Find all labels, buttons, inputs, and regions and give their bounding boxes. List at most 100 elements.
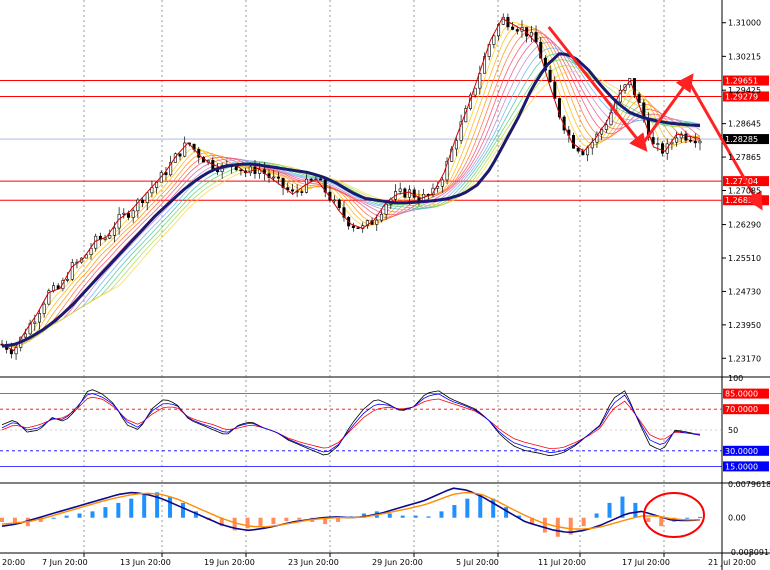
candle-body — [141, 199, 145, 203]
macd-bar — [594, 513, 599, 518]
candle-body — [572, 134, 576, 149]
candle-body — [56, 285, 60, 289]
price-tick-label: 1.23950 — [728, 321, 761, 330]
macd-bar — [439, 511, 444, 518]
price-tick-label: 1.23170 — [728, 354, 761, 363]
macd-bar — [542, 517, 547, 533]
candle-body — [42, 303, 46, 314]
time-tick-label: 13 Jun 20:00 — [120, 558, 171, 567]
osc-level-label: 70.0000 — [725, 405, 758, 414]
price-tick-label: 1.27865 — [728, 153, 761, 162]
candle-body — [178, 153, 182, 157]
osc-tick-label: 100 — [728, 374, 743, 383]
macd-bar — [426, 516, 431, 518]
candle-body — [290, 189, 294, 192]
candle-body — [131, 210, 135, 218]
candle-body — [553, 81, 557, 99]
macd-tick-label: 0.0079618 — [728, 480, 770, 489]
price-tick-label: 1.27085 — [728, 187, 761, 196]
candle-body — [375, 219, 379, 225]
price-level-label: 1.29651 — [725, 77, 758, 86]
macd-bar — [465, 498, 470, 518]
candle-body — [122, 212, 126, 215]
candle-body — [515, 29, 519, 32]
price-tick-label: 1.24730 — [728, 287, 761, 296]
candle-body — [66, 278, 70, 281]
macd-bar — [633, 502, 638, 518]
candle-body — [675, 137, 679, 143]
candle-body — [693, 140, 697, 144]
macd-bar — [129, 498, 134, 518]
candle-body — [412, 189, 416, 198]
candle-body — [23, 333, 27, 338]
osc-level-label: 85.0000 — [725, 390, 758, 399]
candle-body — [529, 32, 533, 37]
macd-bar — [51, 517, 56, 519]
time-tick-label: 23 Jun 20:00 — [288, 558, 339, 567]
price-tick-label: 1.30215 — [728, 52, 761, 61]
candle-body — [604, 124, 608, 130]
macd-bar — [478, 494, 483, 518]
macd-bar — [607, 502, 612, 518]
macd-bar — [271, 517, 276, 525]
macd-bar — [698, 516, 702, 518]
candle-body — [37, 313, 41, 323]
candle-body — [145, 192, 149, 203]
forex-chart: 1.296511.292791.282851.273041.26858 85.0… — [0, 0, 770, 570]
time-tick-label: 5 Jul 20:00 — [456, 558, 499, 567]
time-tick-label: 17 Jul 20:00 — [622, 558, 670, 567]
macd-bar — [77, 513, 82, 518]
macd-bar — [284, 517, 289, 522]
candle-body — [108, 235, 112, 239]
candle-body — [70, 262, 74, 280]
candle-body — [337, 199, 341, 208]
time-tick-label: 11 Jul 20:00 — [538, 558, 586, 567]
osc-level-label: 15.0000 — [725, 462, 758, 471]
macd-bar — [646, 517, 651, 522]
price-tick-label: 1.28645 — [728, 120, 761, 129]
macd-bar — [0, 517, 4, 522]
macd-bar — [90, 511, 95, 518]
candle-body — [656, 143, 660, 145]
price-tick-label: 1.26290 — [728, 221, 761, 230]
price-tick-label: 1.31000 — [728, 19, 761, 28]
candle-body — [440, 179, 444, 187]
macd-bar — [387, 513, 392, 518]
candle-body — [661, 143, 665, 154]
candle-body — [356, 227, 360, 229]
candle-body — [351, 225, 355, 228]
candle-body — [454, 140, 458, 150]
price-level-label: 1.28285 — [725, 135, 758, 144]
candle-body — [234, 166, 238, 171]
candle-body — [112, 227, 116, 236]
macd-bar — [452, 505, 457, 518]
macd-bar — [116, 502, 121, 518]
macd-bar — [64, 515, 69, 518]
candle-body — [698, 140, 702, 144]
macd-tick-label: 0.00 — [728, 514, 746, 523]
osc-tick-label: 50 — [728, 426, 738, 435]
candle-body — [408, 189, 412, 198]
candle-body — [300, 191, 304, 193]
candle-body — [379, 214, 383, 221]
macd-bar — [103, 507, 108, 518]
macd-bar — [413, 515, 418, 518]
time-tick-label: 19 Jun 20:00 — [204, 558, 255, 567]
macd-bar — [142, 494, 147, 518]
macd-bar — [659, 517, 664, 527]
candle-body — [492, 35, 496, 45]
candle-body — [689, 139, 693, 142]
candle-body — [398, 188, 402, 192]
candle-body — [272, 176, 276, 179]
macd-bar — [685, 517, 690, 519]
macd-bar — [400, 515, 405, 518]
candle-body — [33, 321, 37, 324]
candle-body — [304, 178, 308, 193]
candle-body — [511, 26, 515, 30]
candle-body — [586, 147, 590, 156]
candle-body — [384, 203, 388, 215]
candle-body — [548, 69, 552, 83]
macd-bar — [168, 496, 173, 518]
candle-body — [276, 176, 280, 179]
candle-body — [534, 32, 538, 43]
